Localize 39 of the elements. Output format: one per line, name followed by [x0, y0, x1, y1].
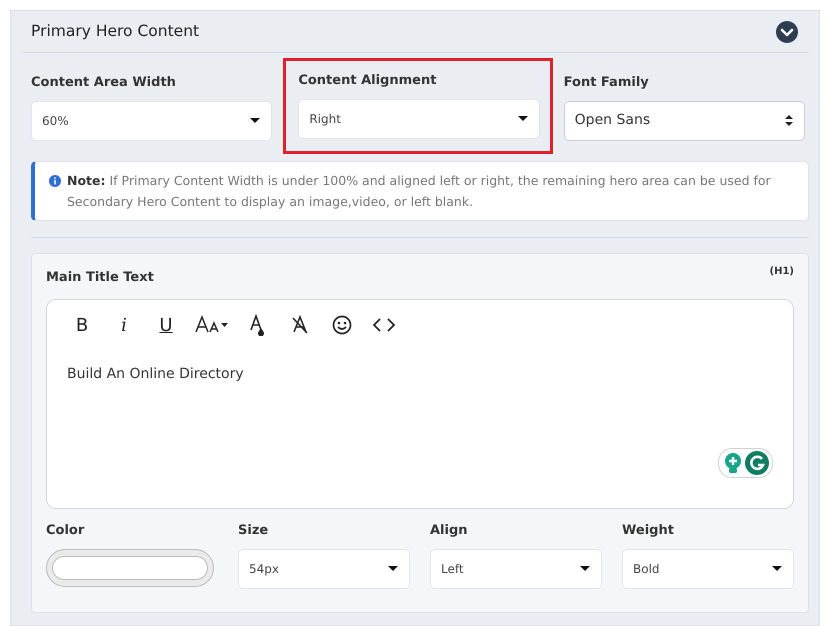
- field-label: Size: [238, 522, 270, 540]
- caret-icon: [516, 115, 529, 122]
- heading-tag: (H1): [770, 264, 794, 287]
- italic-button[interactable]: i: [103, 312, 145, 338]
- field-label: Content Area Width: [31, 74, 177, 92]
- field-label: Align: [430, 522, 469, 540]
- select-field[interactable]: 60%: [31, 100, 272, 140]
- note-text: Note: If Primary Content Width is under 100% and aligned left or right, the remaining hero area can be used for Secondary Hero Content to display an image,video, or left blank.: [67, 172, 772, 211]
- bold-button[interactable]: B: [61, 312, 103, 338]
- editor-text: Build An Online Directory: [66, 365, 245, 384]
- caret-icon: [387, 565, 399, 572]
- select-field[interactable]: 54px: [238, 548, 410, 588]
- field-label: Weight: [622, 522, 675, 540]
- select-field[interactable]: Left: [430, 548, 602, 588]
- caret-icon: [249, 117, 262, 124]
- field-label: Color: [46, 522, 86, 540]
- underline-button[interactable]: U: [145, 312, 187, 338]
- field-label: Main Title Text: [46, 268, 154, 286]
- field-label: Font Family: [564, 74, 650, 92]
- lightbulb-icon: [723, 452, 743, 474]
- info-icon: [49, 174, 61, 186]
- clear-format-icon[interactable]: [291, 315, 309, 335]
- sort-icon: [784, 114, 794, 127]
- grammarly-widget[interactable]: [718, 448, 773, 478]
- emoji-icon[interactable]: [332, 315, 352, 335]
- select-field[interactable]: Open Sans: [564, 100, 805, 140]
- field-label: Content Alignment: [298, 72, 438, 90]
- text-color-icon[interactable]: [249, 314, 267, 336]
- select-field[interactable]: Right: [298, 98, 540, 138]
- select-field[interactable]: Bold: [622, 548, 794, 588]
- caret-icon: [579, 565, 591, 572]
- collapse-toggle-icon[interactable]: [775, 20, 799, 44]
- code-icon[interactable]: [373, 318, 395, 332]
- color-picker[interactable]: [46, 548, 214, 586]
- caret-icon: [771, 565, 783, 572]
- text-editor[interactable]: B i U Build An Online Directory: [46, 299, 794, 509]
- panel-title: Primary Hero Content: [31, 20, 200, 42]
- grammar-badge-icon: [745, 451, 769, 475]
- font-size-icon[interactable]: [195, 315, 229, 335]
